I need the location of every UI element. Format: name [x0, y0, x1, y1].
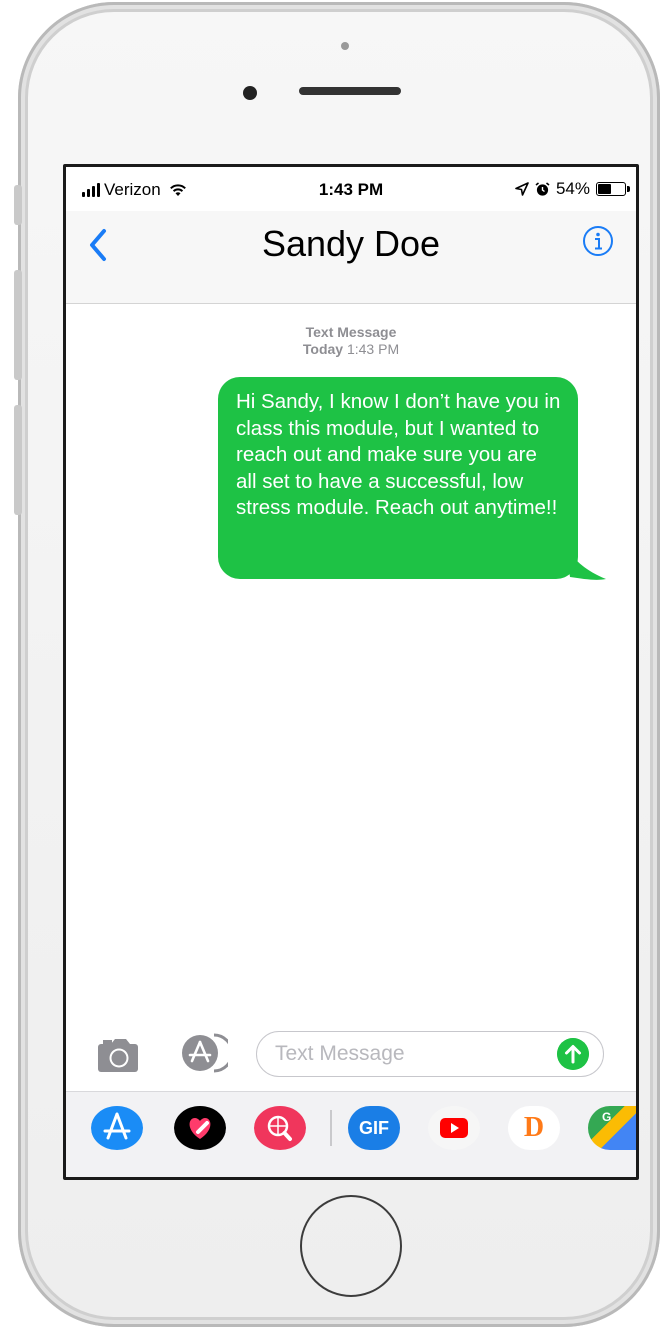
date-label: Today — [302, 341, 344, 357]
youtube-icon[interactable] — [428, 1106, 480, 1150]
screen: Verizon 1:43 PM 54% Sandy Doe Text Messa… — [63, 164, 639, 1180]
alarm-clock-icon — [535, 181, 550, 196]
front-camera — [243, 86, 257, 100]
thread-timestamp: Text Message Today 1:43 PM — [66, 324, 636, 358]
message-input[interactable] — [256, 1031, 604, 1077]
message-thread[interactable]: Text Message Today 1:43 PM Hi Sandy, I k… — [66, 304, 636, 1029]
service-label: Text Message — [305, 324, 397, 340]
google-maps-icon[interactable]: G — [588, 1106, 636, 1150]
info-circle-icon[interactable] — [582, 225, 614, 257]
date-time-line: Today 1:43 PM — [66, 341, 636, 358]
battery-icon — [596, 182, 630, 196]
camera-icon[interactable] — [96, 1037, 140, 1073]
battery-percent: 54% — [555, 179, 590, 198]
status-bar: Verizon 1:43 PM 54% — [66, 167, 636, 211]
google-maps-label: G — [602, 1110, 612, 1124]
sent-message-bubble[interactable]: Hi Sandy, I know I don’t have you in cla… — [218, 377, 578, 579]
location-arrow-icon — [515, 182, 529, 196]
arrow-up-icon[interactable] — [557, 1038, 589, 1070]
proximity-sensor — [341, 42, 349, 50]
app-store-icon[interactable] — [176, 1033, 228, 1073]
earpiece-speaker — [299, 87, 401, 95]
volume-up-button — [14, 270, 22, 380]
heart-touch-icon[interactable] — [174, 1106, 226, 1150]
composer-bar — [66, 1029, 636, 1089]
dubsmash-icon[interactable]: D — [508, 1106, 560, 1150]
drawer-separator — [330, 1110, 332, 1146]
imessage-app-drawer: GIF D G — [66, 1091, 636, 1177]
mute-switch — [14, 185, 22, 225]
contact-name[interactable]: Sandy Doe — [66, 223, 636, 265]
home-button[interactable] — [300, 1195, 402, 1297]
volume-down-button — [14, 405, 22, 515]
app-store-icon[interactable] — [91, 1106, 143, 1150]
time-label: 1:43 PM — [346, 341, 400, 357]
conversation-header: Sandy Doe — [66, 211, 636, 304]
globe-search-icon[interactable] — [254, 1106, 306, 1150]
status-right: 54% — [515, 179, 630, 199]
gif-icon[interactable]: GIF — [348, 1106, 400, 1150]
